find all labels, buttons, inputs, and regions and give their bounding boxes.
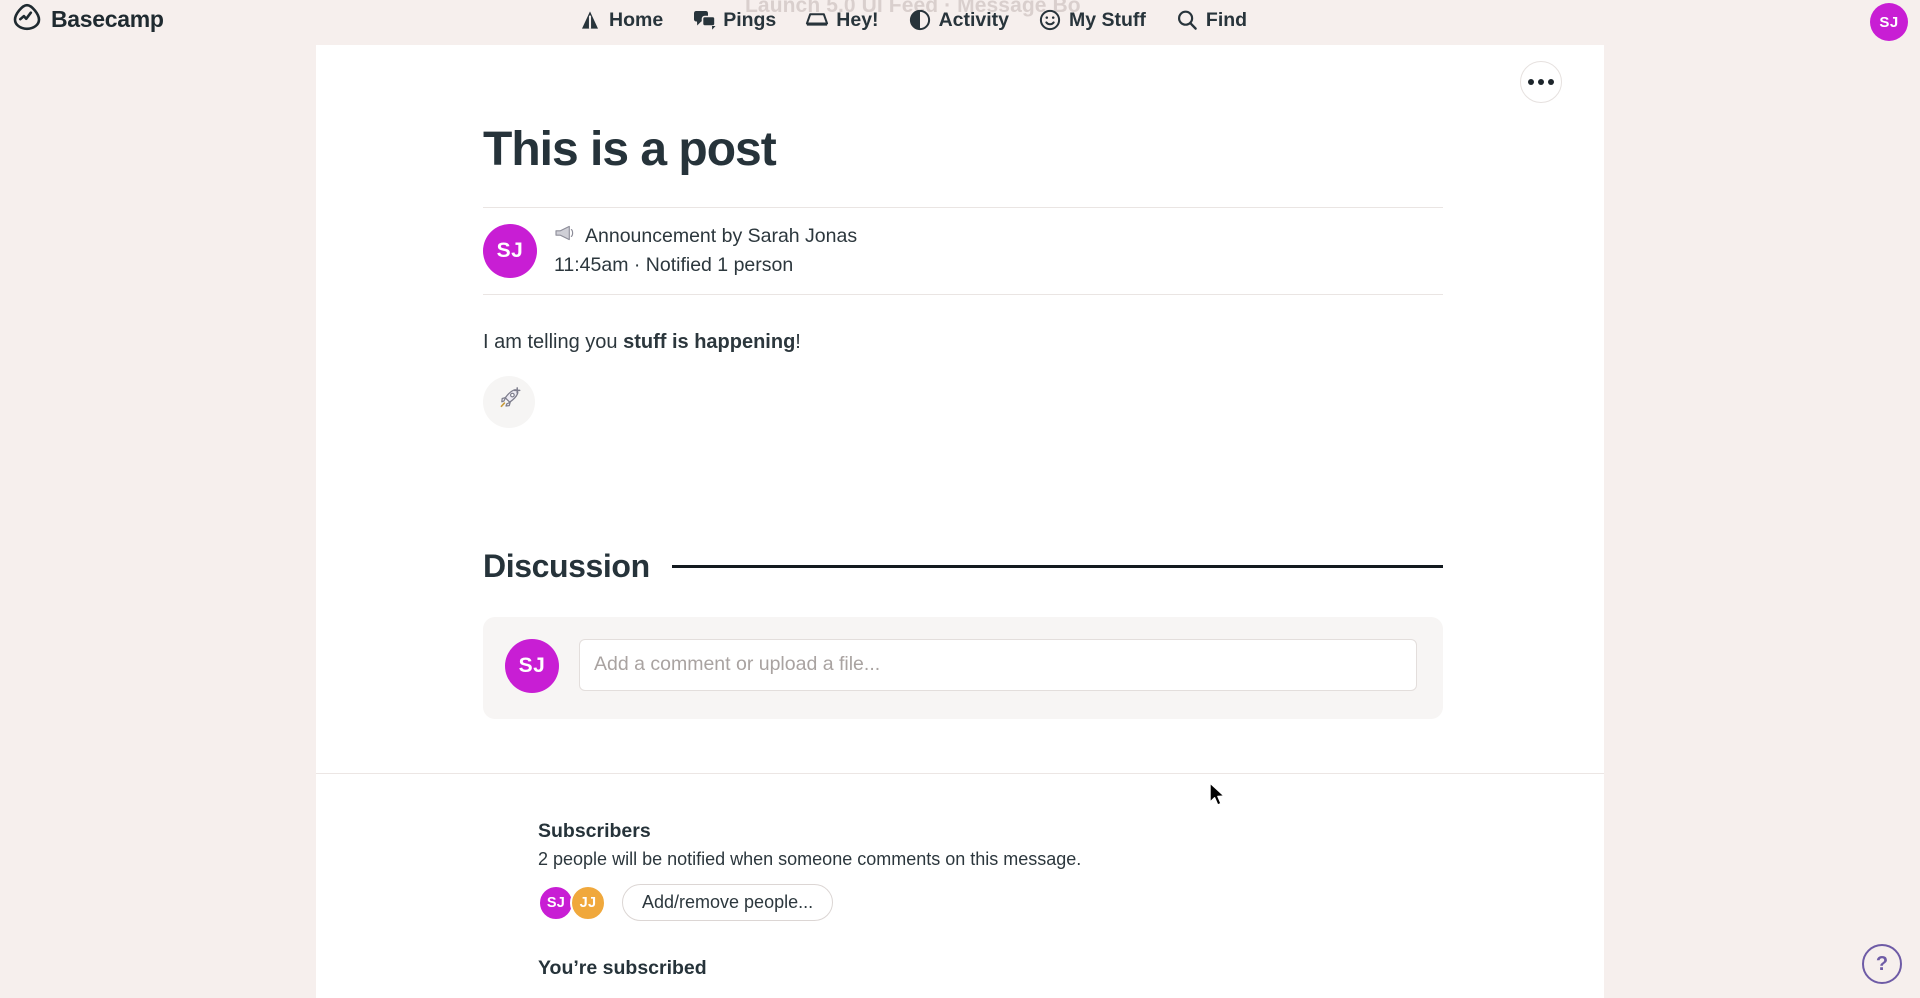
subscribers-card: Subscribers 2 people will be notified wh… (316, 773, 1604, 998)
page-title: This is a post (483, 123, 777, 176)
dot (1548, 79, 1554, 85)
subscription-state: You’re subscribed (538, 957, 707, 979)
post-card: This is a post SJ Announcement by Sarah … (316, 44, 1604, 773)
avatar[interactable]: SJ (538, 884, 574, 921)
basecamp-logo-icon (12, 2, 42, 37)
smiley-face-icon (1038, 8, 1062, 32)
subscribers-heading: Subscribers (538, 820, 651, 842)
post-body-bold: stuff is happening (623, 330, 796, 353)
dot (1528, 79, 1534, 85)
nav-label-pings: Pings (723, 8, 777, 31)
basecamp-brand[interactable]: Basecamp (12, 2, 164, 37)
comment-composer: SJ (483, 616, 1443, 719)
nav-label-my-stuff: My Stuff (1069, 8, 1146, 31)
post-meta: SJ Announcement by Sarah Jonas 11:45am ·… (483, 207, 1443, 295)
primary-nav: Home Pings Hey! Activity My Stuff Find (578, 0, 1247, 40)
add-reaction-button[interactable] (483, 375, 535, 428)
rocket-plus-icon (494, 384, 524, 419)
top-navigation-bar: Launch 5.0 UI Feed · Message Bo Basecamp… (0, 0, 1920, 45)
post-content: This is a post SJ Announcement by Sarah … (483, 45, 1443, 719)
discussion-divider (671, 564, 1443, 568)
dot (1538, 79, 1544, 85)
account-avatar[interactable]: SJ (1870, 3, 1908, 41)
search-icon (1175, 8, 1199, 32)
discussion-title: Discussion (483, 547, 650, 584)
nav-item-my-stuff[interactable]: My Stuff (1038, 8, 1146, 32)
ellipsis-icon[interactable] (1520, 61, 1562, 103)
avatar[interactable]: JJ (570, 884, 606, 921)
post-byline: Announcement by Sarah Jonas (585, 225, 858, 248)
nav-label-home: Home (609, 8, 664, 31)
post-body-suffix: ! (795, 330, 801, 353)
nav-item-activity[interactable]: Activity (908, 8, 1009, 32)
nav-item-pings[interactable]: Pings (692, 8, 776, 32)
inbox-tray-icon (805, 8, 829, 32)
chat-bubbles-icon (692, 8, 716, 32)
avatar[interactable]: SJ (505, 638, 559, 693)
nav-label-find: Find (1205, 8, 1248, 31)
pie-clock-icon (908, 8, 932, 32)
nav-item-hey[interactable]: Hey! (805, 8, 879, 32)
comment-field-wrapper[interactable] (579, 638, 1417, 691)
megaphone-icon (554, 222, 577, 250)
help-button[interactable]: ? (1862, 944, 1902, 984)
nav-item-find[interactable]: Find (1175, 8, 1247, 32)
discussion-header: Discussion (483, 548, 1443, 585)
post-timestamp: 11:45am · Notified 1 person (554, 253, 794, 276)
brand-name: Basecamp (51, 6, 164, 32)
subscribers-row: SJ JJ Add/remove people... (538, 884, 1538, 921)
home-icon (578, 8, 602, 32)
subscribers-content: Subscribers 2 people will be notified wh… (538, 774, 1538, 980)
subscribers-description: 2 people will be notified when someone c… (538, 849, 1082, 869)
post-body-prefix: I am telling you (483, 330, 624, 353)
add-remove-people-button[interactable]: Add/remove people... (622, 884, 834, 921)
avatar[interactable]: SJ (483, 223, 537, 278)
comment-input[interactable] (594, 653, 1402, 677)
post-body: I am telling you stuff is happening! (483, 331, 1443, 354)
nav-label-hey: Hey! (836, 8, 879, 31)
nav-label-activity: Activity (938, 8, 1010, 31)
nav-item-home[interactable]: Home (578, 8, 663, 32)
